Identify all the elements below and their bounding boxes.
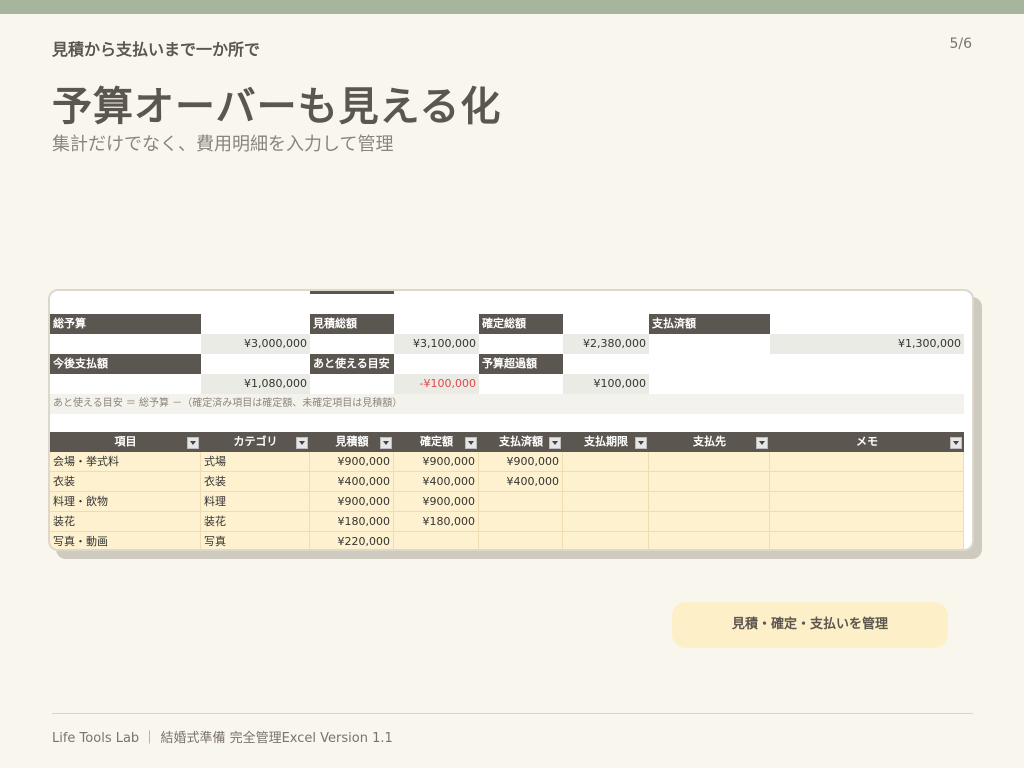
filter-dropdown-icon[interactable]	[380, 437, 392, 449]
confirmed-total-label: 確定総額	[479, 314, 563, 334]
column-header-label: 確定額	[420, 435, 453, 448]
table-cell[interactable]	[479, 532, 563, 549]
table-cell[interactable]	[770, 512, 964, 532]
table-cell[interactable]: 写真	[201, 532, 310, 549]
table-cell[interactable]: ¥900,000	[310, 452, 394, 472]
column-header[interactable]: 項目	[50, 432, 201, 452]
column-header-label: 支払先	[693, 435, 726, 448]
available-value[interactable]: -¥100,000	[394, 374, 479, 394]
total-budget-value[interactable]: ¥3,000,000	[201, 334, 310, 354]
table-cell[interactable]: 料理・飲物	[50, 492, 201, 512]
footer-divider	[52, 713, 973, 714]
table-cell[interactable]	[649, 492, 770, 512]
column-header-label: 見積額	[335, 435, 369, 448]
table-cell[interactable]: 会場・挙式料	[50, 452, 201, 472]
table-cell[interactable]: ¥400,000	[394, 472, 479, 492]
over-budget-value[interactable]: ¥100,000	[563, 374, 649, 394]
table-cell[interactable]: 衣装	[201, 472, 310, 492]
table-cell[interactable]: ¥400,000	[310, 472, 394, 492]
table-cell[interactable]: 装花	[50, 512, 201, 532]
over-budget-label: 予算超過額	[479, 354, 563, 374]
table-cell[interactable]	[649, 532, 770, 549]
table-cell[interactable]: ¥180,000	[394, 512, 479, 532]
table-cell[interactable]: ¥220,000	[310, 532, 394, 549]
table-cell[interactable]	[563, 452, 649, 472]
column-header[interactable]: 支払済額	[479, 432, 563, 452]
column-header[interactable]: 支払先	[649, 432, 770, 452]
filter-dropdown-icon[interactable]	[296, 437, 308, 449]
total-budget-label: 総予算	[50, 314, 201, 334]
table-cell[interactable]	[479, 512, 563, 532]
column-header-label: 項目	[114, 435, 137, 448]
column-header-label: 支払済額	[499, 435, 543, 448]
table-cell[interactable]: ¥400,000	[479, 472, 563, 492]
slide-subtitle: 集計だけでなく、費用明細を入力して管理	[52, 134, 394, 155]
column-header-label: カテゴリ	[233, 435, 278, 448]
spreadsheet-preview: 総予算 見積総額 確定総額 支払済額 ¥3,000,000 ¥3,100,000…	[48, 289, 982, 559]
table-cell[interactable]	[563, 512, 649, 532]
table-cell[interactable]	[563, 492, 649, 512]
table-cell[interactable]: 装花	[201, 512, 310, 532]
table-cell[interactable]: ¥900,000	[310, 492, 394, 512]
remaining-payment-label: 今後支払額	[50, 354, 201, 374]
filter-dropdown-icon[interactable]	[187, 437, 199, 449]
remaining-payment-value[interactable]: ¥1,080,000	[201, 374, 310, 394]
table-cell[interactable]	[479, 492, 563, 512]
top-accent-bar	[0, 0, 1024, 14]
table-cell[interactable]: ¥900,000	[394, 452, 479, 472]
spreadsheet-grid: 総予算 見積総額 確定総額 支払済額 ¥3,000,000 ¥3,100,000…	[50, 291, 972, 549]
estimate-total-value[interactable]: ¥3,100,000	[394, 334, 479, 354]
table-cell[interactable]	[563, 532, 649, 549]
header-rule	[310, 291, 394, 294]
confirmed-total-value[interactable]: ¥2,380,000	[563, 334, 649, 354]
paid-total-value[interactable]: ¥1,300,000	[770, 334, 964, 354]
column-header[interactable]: 確定額	[394, 432, 479, 452]
formula-note: あと使える目安 ＝ 総予算 －（確定済み項目は確定額、未確定項目は見積額）	[50, 394, 964, 414]
manage-payments-button[interactable]: 見積・確定・支払いを管理	[672, 602, 948, 648]
table-cell[interactable]	[394, 532, 479, 549]
column-header[interactable]: メモ	[770, 432, 964, 452]
table-cell[interactable]: 衣装	[50, 472, 201, 492]
table-cell[interactable]	[649, 452, 770, 472]
column-header-label: メモ	[856, 435, 878, 448]
slide-title: 予算オーバーも見える化	[52, 84, 502, 130]
table-cell[interactable]	[770, 492, 964, 512]
column-header[interactable]: 見積額	[310, 432, 394, 452]
paid-total-label: 支払済額	[649, 314, 770, 334]
filter-dropdown-icon[interactable]	[465, 437, 477, 449]
filter-dropdown-icon[interactable]	[635, 437, 647, 449]
column-header[interactable]: 支払期限	[563, 432, 649, 452]
table-cell[interactable]	[770, 472, 964, 492]
column-header[interactable]: カテゴリ	[201, 432, 310, 452]
filter-dropdown-icon[interactable]	[549, 437, 561, 449]
available-label: あと使える目安	[310, 354, 394, 374]
table-cell[interactable]	[563, 472, 649, 492]
page-number: 5/6	[949, 36, 972, 52]
table-cell[interactable]	[770, 532, 964, 549]
table-cell[interactable]	[649, 472, 770, 492]
filter-dropdown-icon[interactable]	[950, 437, 962, 449]
footer-text: Life Tools Lab ｜ 結婚式準備 完全管理Excel Version…	[52, 731, 393, 746]
table-cell[interactable]: ¥180,000	[310, 512, 394, 532]
estimate-total-label: 見積総額	[310, 314, 394, 334]
column-header-label: 支払期限	[584, 435, 628, 448]
table-cell[interactable]: 式場	[201, 452, 310, 472]
table-cell[interactable]: ¥900,000	[479, 452, 563, 472]
filter-dropdown-icon[interactable]	[756, 437, 768, 449]
table-cell[interactable]: 写真・動画	[50, 532, 201, 549]
spreadsheet-panel: 総予算 見積総額 確定総額 支払済額 ¥3,000,000 ¥3,100,000…	[48, 289, 974, 551]
table-cell[interactable]	[770, 452, 964, 472]
table-cell[interactable]: ¥900,000	[394, 492, 479, 512]
table-cell[interactable]: 料理	[201, 492, 310, 512]
table-cell[interactable]	[649, 512, 770, 532]
slide-kicker: 見積から支払いまで一か所で	[52, 40, 261, 59]
